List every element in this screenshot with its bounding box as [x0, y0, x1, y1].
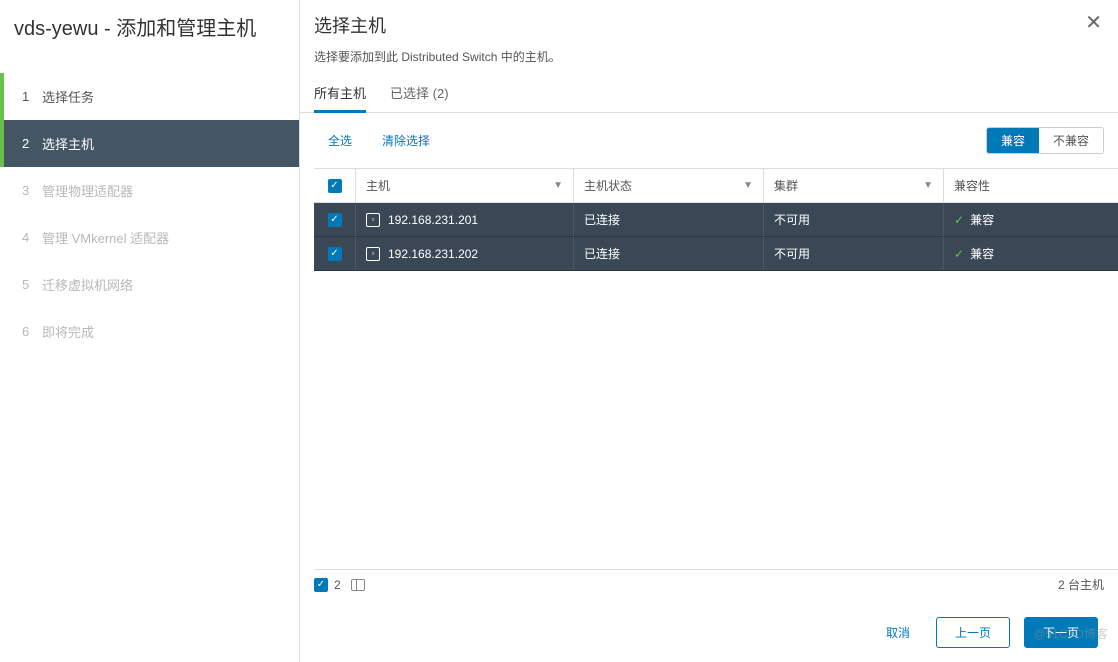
filter-icon[interactable]: ▼ [923, 180, 933, 191]
check-icon: ✓ [954, 213, 964, 227]
select-all-checkbox[interactable]: ✓ [314, 169, 356, 202]
col-header-compat[interactable]: 兼容性 [944, 169, 1118, 202]
close-icon[interactable]: ✕ [1085, 10, 1102, 35]
table-row[interactable]: ✓ ▫ 192.168.231.201 已连接 不可用 ✓ 兼容 [314, 203, 1118, 237]
col-header-status[interactable]: 主机状态 ▼ [574, 169, 764, 202]
table-row[interactable]: ✓ ▫ 192.168.231.202 已连接 不可用 ✓ 兼容 [314, 237, 1118, 271]
step-label: 迁移虚拟机网络 [42, 275, 133, 294]
page-subtitle: 选择要添加到此 Distributed Switch 中的主机。 [314, 48, 1104, 65]
wizard-step-6: 6 即将完成 [0, 308, 299, 355]
tabs: 所有主机 已选择 (2) [300, 83, 1118, 113]
host-name: 192.168.231.202 [388, 247, 478, 261]
wizard-title: vds-yewu - 添加和管理主机 [0, 8, 299, 73]
selected-count: 2 [334, 578, 341, 592]
checkbox-icon: ✓ [314, 578, 328, 592]
step-label: 即将完成 [42, 322, 94, 341]
filter-icon[interactable]: ▼ [553, 180, 563, 191]
wizard-step-5: 5 迁移虚拟机网络 [0, 261, 299, 308]
col-header-cluster[interactable]: 集群 ▼ [764, 169, 944, 202]
tab-selected[interactable]: 已选择 (2) [390, 83, 449, 112]
host-name: 192.168.231.201 [388, 213, 478, 227]
cancel-button[interactable]: 取消 [874, 618, 922, 647]
main-panel: ✕ 选择主机 选择要添加到此 Distributed Switch 中的主机。 … [300, 0, 1118, 662]
wizard-step-3: 3 管理物理适配器 [0, 167, 299, 214]
wizard-sidebar: vds-yewu - 添加和管理主机 1 选择任务 2 选择主机 3 管理物理适… [0, 0, 300, 662]
step-label: 管理 VMkernel 适配器 [42, 228, 169, 247]
table-footer: ✓ 2 2 台主机 [300, 570, 1118, 599]
host-cluster: 不可用 [764, 237, 944, 270]
wizard-step-2[interactable]: 2 选择主机 [0, 120, 299, 167]
host-status: 已连接 [574, 203, 764, 236]
clear-selection-link[interactable]: 清除选择 [382, 132, 430, 149]
row-checkbox[interactable]: ✓ [314, 203, 356, 236]
compat-filter-toggle: 兼容 不兼容 [986, 127, 1104, 154]
host-compat: 兼容 [970, 211, 994, 228]
host-cluster: 不可用 [764, 203, 944, 236]
tab-all-hosts[interactable]: 所有主机 [314, 83, 366, 113]
filter-incompatible-button[interactable]: 不兼容 [1039, 128, 1103, 153]
column-toggle-icon[interactable] [351, 579, 365, 591]
page-title: 选择主机 [314, 12, 1104, 38]
previous-button[interactable]: 上一页 [936, 617, 1010, 648]
host-icon: ▫ [366, 213, 380, 227]
checkbox-icon: ✓ [328, 247, 342, 261]
step-label: 选择主机 [42, 134, 94, 153]
select-all-link[interactable]: 全选 [328, 132, 352, 149]
filter-compatible-button[interactable]: 兼容 [987, 128, 1039, 153]
checkbox-icon: ✓ [328, 213, 342, 227]
total-hosts-label: 2 台主机 [1058, 576, 1104, 593]
filter-icon[interactable]: ▼ [743, 180, 753, 191]
host-icon: ▫ [366, 247, 380, 261]
col-header-host[interactable]: 主机 ▼ [356, 169, 574, 202]
wizard-step-1[interactable]: 1 选择任务 [0, 73, 299, 120]
hosts-table: ✓ 主机 ▼ 主机状态 ▼ 集群 ▼ 兼容性 ✓ [314, 168, 1118, 570]
step-label: 选择任务 [42, 87, 94, 106]
host-status: 已连接 [574, 237, 764, 270]
next-button[interactable]: 下一页 [1024, 617, 1098, 648]
host-compat: 兼容 [970, 245, 994, 262]
step-label: 管理物理适配器 [42, 181, 133, 200]
row-checkbox[interactable]: ✓ [314, 237, 356, 270]
wizard-step-4: 4 管理 VMkernel 适配器 [0, 214, 299, 261]
check-icon: ✓ [954, 247, 964, 261]
checkbox-icon: ✓ [328, 179, 342, 193]
